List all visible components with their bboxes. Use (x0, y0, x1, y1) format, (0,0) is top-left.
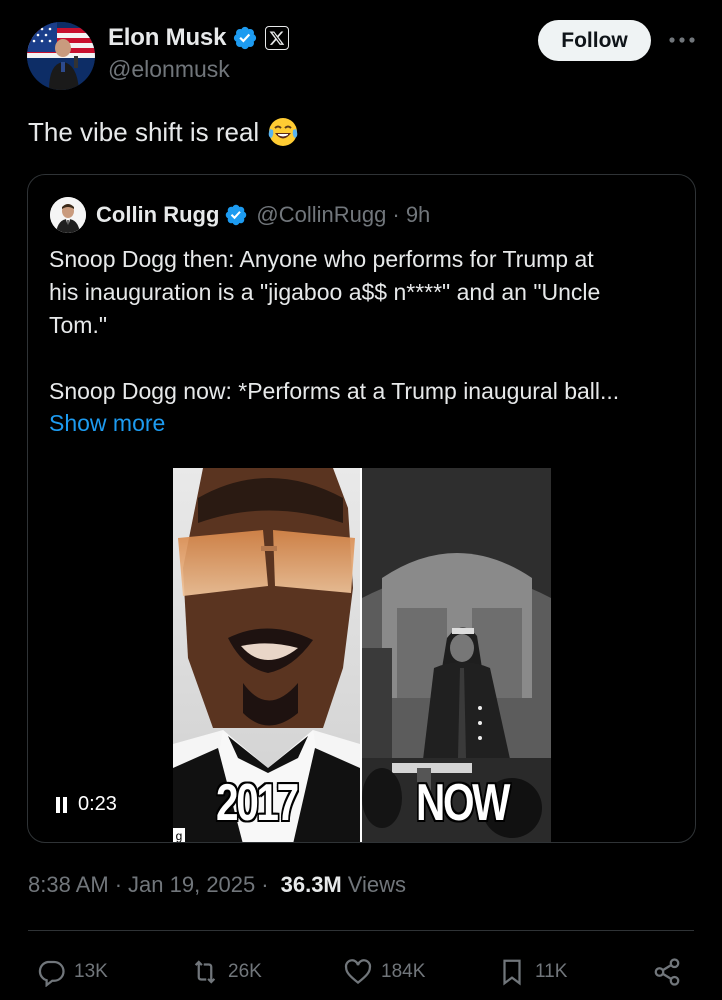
reply-button[interactable]: 13K (36, 950, 108, 994)
tears-of-joy-emoji (268, 118, 298, 146)
author-avatar[interactable] (27, 22, 95, 90)
divider (28, 930, 694, 931)
bookmark-button[interactable]: 11K (497, 950, 567, 994)
views-count: 36.3M (280, 872, 342, 897)
follow-button[interactable]: Follow (538, 20, 651, 61)
video-player[interactable]: 2017 NOW (173, 468, 551, 842)
quoted-text-line: Snoop Dogg then: Anyone who performs for… (49, 246, 594, 272)
x-logo-icon (265, 26, 290, 50)
show-more-link[interactable]: Show more (49, 410, 165, 437)
tweet-time[interactable]: 8:38 AM (28, 872, 109, 898)
quoted-text-line: Tom." (49, 312, 108, 338)
action-bar: 13K 26K 184K 11K (0, 950, 722, 994)
tweet-header: Elon Musk @elonmusk Follow (0, 0, 722, 100)
quoted-tweet[interactable]: Collin Rugg @CollinRugg · 9h Snoop Dogg … (27, 174, 696, 843)
quoted-text-line: Snoop Dogg now: *Performs at a Trump ina… (49, 378, 620, 404)
quoted-text: Snoop Dogg then: Anyone who performs for… (49, 243, 679, 408)
video-label-left: 2017 (216, 774, 299, 832)
bookmark-icon (503, 959, 521, 986)
tweet-date[interactable]: Jan 19, 2025 (128, 872, 255, 898)
reply-count: 13K (74, 961, 108, 982)
video-tag: g (173, 828, 185, 842)
views-label: Views (347, 872, 407, 897)
video-label-right: NOW (416, 774, 510, 832)
verified-badge-icon (226, 204, 247, 226)
pause-icon[interactable] (54, 796, 68, 813)
verified-badge-icon (234, 26, 257, 50)
tweet-text: The vibe shift is real (28, 116, 299, 148)
quoted-author-avatar[interactable] (50, 197, 86, 233)
repost-count: 26K (228, 961, 262, 982)
quoted-time: · 9h (392, 202, 431, 227)
more-icon[interactable] (666, 28, 698, 52)
video-controls[interactable]: 0:23 (54, 793, 117, 816)
like-icon (344, 959, 372, 985)
share-button[interactable] (652, 950, 682, 994)
tweet-meta: 8:38 AM · Jan 19, 2025 · 36.3M Views (28, 872, 407, 898)
repost-icon (194, 960, 216, 984)
quoted-text-line: his inauguration is a "jigaboo a$$ n****… (49, 279, 601, 305)
share-icon (654, 958, 680, 986)
quoted-author-name[interactable]: Collin Rugg (96, 202, 219, 228)
tweet-text-content: The vibe shift is real (28, 116, 260, 147)
quoted-author-handle[interactable]: @CollinRugg (256, 202, 386, 228)
video-timestamp: 0:23 (78, 793, 117, 815)
author-name[interactable]: Elon Musk (108, 24, 226, 52)
author-handle[interactable]: @elonmusk (108, 56, 230, 83)
repost-button[interactable]: 26K (190, 950, 262, 994)
like-button[interactable]: 184K (343, 950, 425, 994)
bookmark-count: 11K (535, 961, 568, 982)
reply-icon (38, 960, 65, 987)
like-count: 184K (381, 961, 426, 982)
